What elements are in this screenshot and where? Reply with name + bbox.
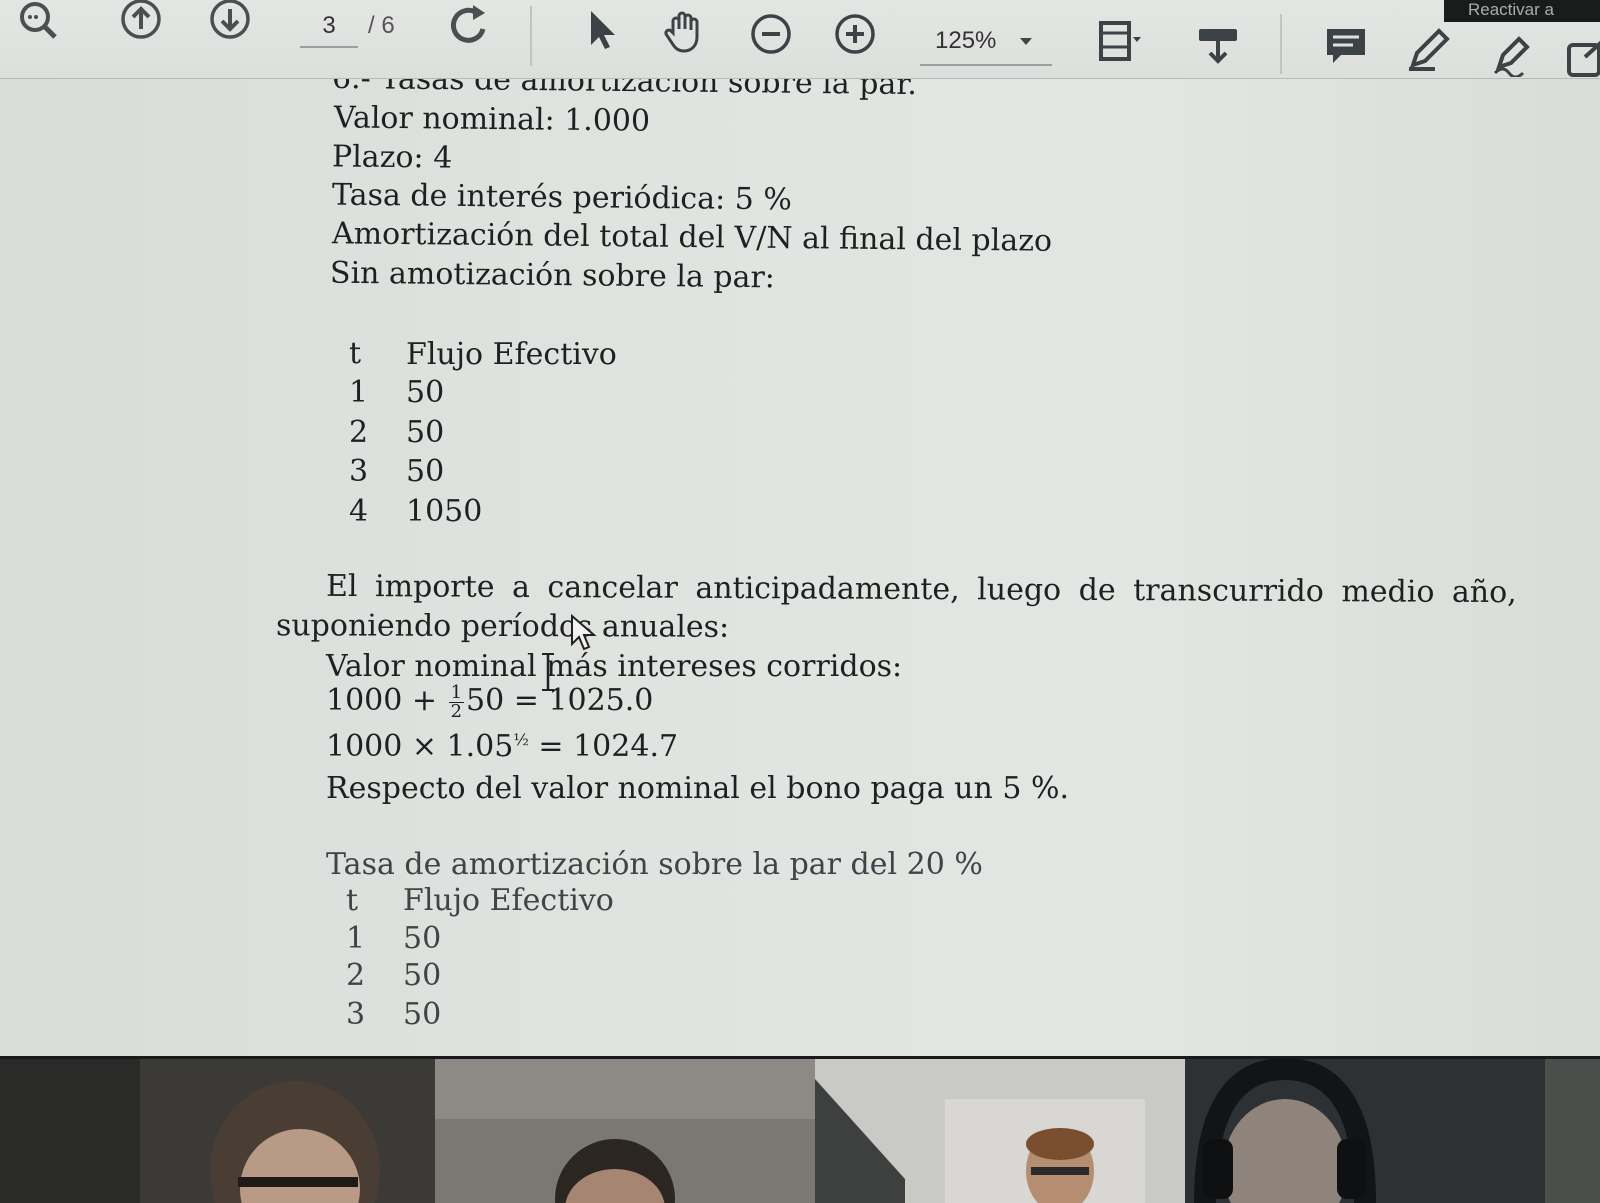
zoom-value: 125% <box>935 27 997 54</box>
video-call-strip <box>0 1056 1600 1203</box>
toolbar-divider <box>530 6 532 66</box>
equation-lhs: 1000 × 1.05 <box>326 729 514 764</box>
plazo-line: Plazo: 4 <box>331 139 453 176</box>
activation-watermark: Reactivar a <box>1444 0 1600 22</box>
valor-nominal-line: Valor nominal: 1.000 <box>333 100 651 139</box>
valor-corridos-line: Valor nominal más intereses corridos: <box>326 649 903 684</box>
zoom-minus-icon[interactable] <box>743 6 799 62</box>
sign-icon[interactable] <box>1484 26 1540 82</box>
table2-row-value: 50 <box>403 958 442 993</box>
hand-pan-icon[interactable] <box>656 4 712 60</box>
toolbar-divider <box>1280 14 1282 74</box>
zoom-plus-icon[interactable] <box>827 6 883 62</box>
table1-row-t: 1 <box>349 375 369 410</box>
table1-row-value: 1050 <box>406 494 483 529</box>
table2-header-flow: Flujo Efectivo <box>403 883 614 918</box>
table1-header-flow: Flujo Efectivo <box>406 337 617 372</box>
select-arrow-icon[interactable] <box>572 2 628 58</box>
equation-lhs: 1000 + <box>326 683 438 718</box>
fraction-denominator: 2 <box>450 700 463 722</box>
table1-row-value: 50 <box>406 415 445 450</box>
zoom-select[interactable]: 125% <box>920 18 1052 66</box>
table2-row-t: 1 <box>346 921 366 956</box>
participant-video[interactable] <box>435 1059 815 1203</box>
table1-row-t: 4 <box>349 494 369 529</box>
table2-row-value: 50 <box>403 921 442 956</box>
table1-row-t: 3 <box>349 454 369 489</box>
chevron-down-icon <box>1020 38 1032 45</box>
mouse-pointer-icon <box>571 614 597 651</box>
equation-rhs: = 1024.7 <box>538 729 679 764</box>
participant-video[interactable] <box>0 1059 435 1203</box>
fit-page-icon[interactable] <box>1090 14 1146 70</box>
table1-row-value: 50 <box>406 375 445 410</box>
equation-compound: 1000 × 1.05½ = 1024.7 <box>326 729 678 764</box>
table2-row-value: 50 <box>403 997 442 1032</box>
highlight-pen-icon[interactable] <box>1400 22 1456 78</box>
share-icon[interactable] <box>1560 30 1600 86</box>
page-up-icon[interactable] <box>113 0 169 50</box>
equation-simple: 1000 + 1 2 50 = 1025.0 <box>326 683 653 721</box>
fraction: 12 <box>448 681 465 722</box>
paragraph-line-2: suponiendo períodos anuales: <box>275 608 730 645</box>
respecto-line: Respecto del valor nominal el bono paga … <box>326 771 1069 806</box>
equation-rhs: 50 = 1025.0 <box>466 683 654 718</box>
section-heading: 6.- Tasas de amortización sobre la par. <box>331 79 918 103</box>
tasa-20-heading: Tasa de amortización sobre la par del 20… <box>326 847 983 882</box>
fraction-numerator: 1 <box>448 681 465 703</box>
pdf-toolbar: 3 / 6 125% Reactivar a <box>0 0 1600 79</box>
table2-row-t: 2 <box>346 958 366 993</box>
tasa-interes-line: Tasa de interés periódica: 5 % <box>331 177 793 218</box>
table1-row-value: 50 <box>406 454 445 489</box>
table1-row-t: 2 <box>349 415 369 450</box>
participant-video[interactable] <box>815 1059 1185 1203</box>
table1-header-t: t <box>349 336 362 371</box>
sin-amortizacion-line: Sin amotización sobre la par: <box>329 255 776 296</box>
rotate-icon[interactable] <box>442 0 498 54</box>
comment-icon[interactable] <box>1318 18 1374 74</box>
participant-video[interactable] <box>1185 1059 1545 1203</box>
amortizacion-line: Amortización del total del V/N al final … <box>331 216 1053 259</box>
current-page-input[interactable]: 3 <box>300 6 358 48</box>
zoom-search-icon[interactable] <box>10 0 66 50</box>
text-cursor-icon <box>542 653 554 691</box>
paragraph-line-1: El importe a cancelar anticipadamente, l… <box>325 568 1517 611</box>
pdf-page: 6.- Tasas de amortización sobre la par. … <box>0 79 1600 1056</box>
scroll-mode-icon[interactable] <box>1190 16 1246 72</box>
exponent: ½ <box>513 730 529 749</box>
table2-row-t: 3 <box>346 997 366 1032</box>
total-pages-label: / 6 <box>368 12 395 39</box>
participant-video[interactable] <box>1545 1059 1600 1203</box>
table2-header-t: t <box>346 883 359 918</box>
page-down-icon[interactable] <box>202 0 258 50</box>
